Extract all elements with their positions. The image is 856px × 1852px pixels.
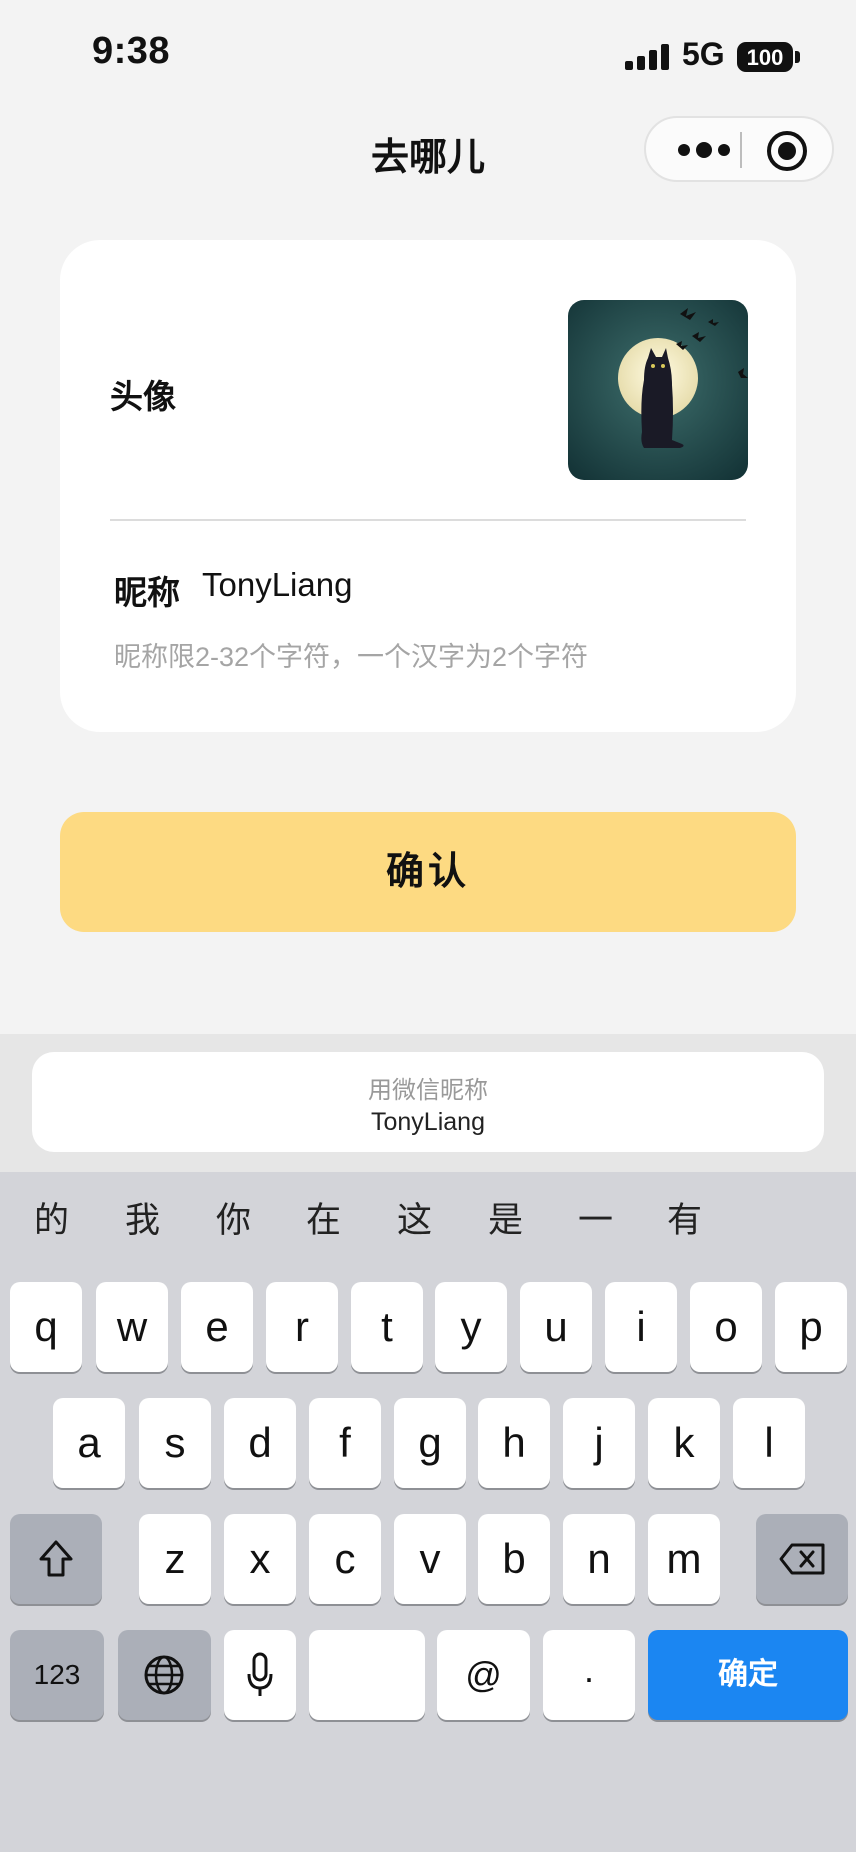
nickname-input[interactable] [202,566,722,604]
candidate-word[interactable]: 在 [306,1192,341,1243]
candidate-word[interactable]: 这 [397,1192,432,1243]
nickname-hint: 昵称限2-32个字符，一个汉字为2个字符 [114,642,589,672]
key-j[interactable]: j [563,1398,635,1488]
key-k[interactable]: k [648,1398,720,1488]
key-t[interactable]: t [351,1282,423,1372]
cellular-signal-icon [625,44,669,70]
avatar-cat-moon-image [568,300,748,480]
avatar[interactable] [568,300,748,480]
keyboard [0,1172,856,1852]
key-r[interactable]: r [266,1282,338,1372]
key-z[interactable]: z [139,1514,211,1604]
key-d[interactable]: d [224,1398,296,1488]
microphone-icon [247,1652,273,1696]
key-o[interactable]: o [690,1282,762,1372]
suggestion-title: 用微信昵称 [368,1077,488,1104]
battery-level: 100 [746,45,784,70]
suggestion-name: TonyLiang [371,1108,485,1136]
candidate-word[interactable]: 有 [667,1192,702,1243]
key-e[interactable]: e [181,1282,253,1372]
done-key[interactable]: 确定 [648,1630,848,1720]
candidate-word[interactable]: 你 [216,1192,251,1243]
key-x[interactable]: x [224,1514,296,1604]
candidate-word[interactable]: 一 [578,1192,613,1243]
network-type: 5G [682,36,725,72]
key-c[interactable]: c [309,1514,381,1604]
avatar-label: 头像 [110,378,176,415]
key-b[interactable]: b [478,1514,550,1604]
key-l[interactable]: l [733,1398,805,1488]
battery-icon: 100 [737,42,801,72]
shift-icon [39,1540,73,1577]
period-key[interactable]: . [543,1630,635,1720]
key-v[interactable]: v [394,1514,466,1604]
card-divider [110,519,746,521]
candidate-word[interactable]: 我 [125,1192,160,1243]
key-f[interactable]: f [309,1398,381,1488]
key-h[interactable]: h [478,1398,550,1488]
globe-key[interactable] [118,1630,211,1720]
key-s[interactable]: s [139,1398,211,1488]
space-key[interactable] [309,1630,425,1720]
more-icon[interactable] [674,138,734,162]
status-time: 9:38 [92,30,171,72]
nickname-label: 昵称 [114,574,180,611]
numbers-key[interactable]: 123 [10,1630,104,1720]
candidate-word[interactable]: 是 [488,1192,523,1243]
close-target-icon[interactable] [766,130,808,172]
key-i[interactable]: i [605,1282,677,1372]
mini-program-capsule [644,116,834,182]
key-a[interactable]: a [53,1398,125,1488]
key-m[interactable]: m [648,1514,720,1604]
key-u[interactable]: u [520,1282,592,1372]
key-p[interactable]: p [775,1282,847,1372]
candidate-word[interactable]: 的 [34,1192,69,1243]
use-wechat-nickname-button[interactable]: 用微信昵称 TonyLiang [32,1052,824,1152]
confirm-button[interactable]: 确认 [60,812,796,932]
key-y[interactable]: y [435,1282,507,1372]
key-g[interactable]: g [394,1398,466,1488]
key-w[interactable]: w [96,1282,168,1372]
shift-key[interactable] [10,1514,102,1604]
backspace-key[interactable] [756,1514,848,1604]
at-key[interactable]: @ [437,1630,530,1720]
backspace-icon [779,1543,825,1575]
microphone-key[interactable] [224,1630,296,1720]
key-q[interactable]: q [10,1282,82,1372]
capsule-divider [740,132,742,168]
key-n[interactable]: n [563,1514,635,1604]
globe-icon [144,1655,184,1695]
